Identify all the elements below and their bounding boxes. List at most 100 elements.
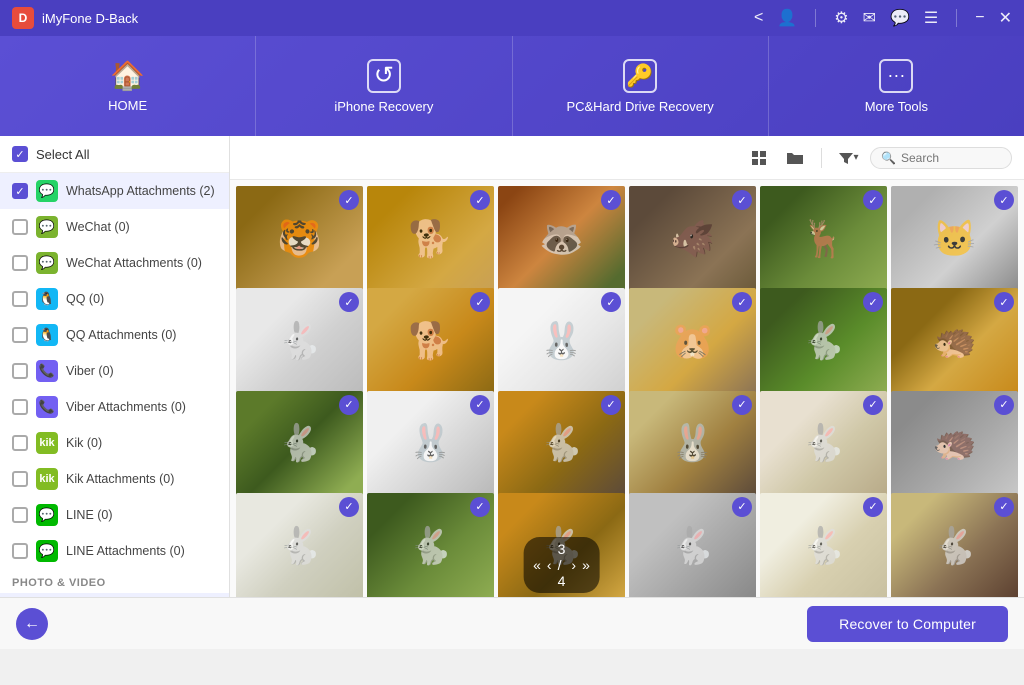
photo-cell[interactable]: 🐇✓	[760, 288, 887, 394]
photo-cell[interactable]: 🐗✓	[629, 186, 756, 292]
folder-view-button[interactable]	[781, 144, 809, 172]
nav-iphone-recovery[interactable]: ↺ iPhone Recovery	[256, 36, 512, 136]
photo-cell[interactable]: 🦝✓	[498, 186, 625, 292]
photo-check-badge[interactable]: ✓	[994, 497, 1014, 517]
photo-check-badge[interactable]: ✓	[994, 190, 1014, 210]
nav-iphone-recovery-label: iPhone Recovery	[334, 99, 433, 114]
sidebar-item-photos[interactable]: ✓ 🖼️ Photos (83)	[0, 593, 229, 597]
kik-att-checkbox[interactable]	[12, 471, 28, 487]
photo-cell[interactable]: 🐇«‹3 / 4›»	[498, 493, 625, 597]
kik-att-label: Kik Attachments (0)	[66, 472, 174, 486]
qq-att-checkbox[interactable]	[12, 327, 28, 343]
photo-cell[interactable]: 🐯✓	[236, 186, 363, 292]
kik-att-icon: kik	[36, 468, 58, 490]
line-checkbox[interactable]	[12, 507, 28, 523]
photo-check-badge[interactable]: ✓	[732, 395, 752, 415]
select-all-checkbox[interactable]: ✓	[12, 146, 28, 162]
viber-icon: 📞	[36, 360, 58, 382]
viber-checkbox[interactable]	[12, 363, 28, 379]
photo-cell[interactable]: 🐇✓	[498, 391, 625, 497]
back-button[interactable]: ←	[16, 608, 48, 640]
photo-cell[interactable]: 🐕✓	[367, 288, 494, 394]
whatsapp-checkbox[interactable]: ✓	[12, 183, 28, 199]
photo-cell[interactable]: 🐇✓	[629, 493, 756, 597]
photo-cell[interactable]: 🐇✓	[760, 493, 887, 597]
prev-button[interactable]: ‹	[547, 557, 552, 573]
sidebar-item-kik[interactable]: kik Kik (0)	[0, 425, 229, 461]
menu-icon[interactable]: ☰	[924, 8, 938, 28]
recover-button[interactable]: Recover to Computer	[807, 606, 1008, 642]
next-page-button[interactable]: »	[582, 557, 590, 573]
close-icon[interactable]: ✕	[999, 8, 1012, 28]
titlebar: D iMyFone D-Back < 👤 ⚙ ✉ 💬 ☰ − ✕	[0, 0, 1024, 36]
photo-cell[interactable]: 🐱✓	[891, 186, 1018, 292]
photo-cell[interactable]: 🐇✓	[236, 493, 363, 597]
search-box[interactable]: 🔍	[870, 147, 1012, 169]
nav-pc-recovery[interactable]: 🔑 PC&Hard Drive Recovery	[513, 36, 769, 136]
photo-check-badge[interactable]: ✓	[732, 497, 752, 517]
photo-check-badge[interactable]: ✓	[339, 190, 359, 210]
viber-att-checkbox[interactable]	[12, 399, 28, 415]
photo-cell[interactable]: 🐕✓	[367, 186, 494, 292]
settings-icon[interactable]: ⚙	[834, 8, 848, 28]
photo-cell[interactable]: 🐇✓	[760, 391, 887, 497]
chat-icon[interactable]: 💬	[890, 8, 910, 28]
photo-cell[interactable]: 🐰✓	[367, 391, 494, 497]
photo-cell[interactable]: 🐹✓	[629, 288, 756, 394]
photo-check-badge[interactable]: ✓	[470, 190, 490, 210]
mail-icon[interactable]: ✉	[863, 8, 876, 28]
photo-cell[interactable]: 🦔✓	[891, 288, 1018, 394]
photo-cell[interactable]: 🐇✓	[367, 493, 494, 597]
photo-check-badge[interactable]: ✓	[863, 497, 883, 517]
sidebar-item-viber-att[interactable]: 📞 Viber Attachments (0)	[0, 389, 229, 425]
photo-cell[interactable]: 🐇✓	[891, 493, 1018, 597]
search-icon: 🔍	[881, 151, 896, 165]
pagination-overlay: «‹3 / 4›»	[523, 537, 600, 593]
wechat-att-checkbox[interactable]	[12, 255, 28, 271]
photo-cell[interactable]: 🐇✓	[236, 288, 363, 394]
photo-cell[interactable]: 🐇✓	[236, 391, 363, 497]
nav-more-tools[interactable]: ··· More Tools	[769, 36, 1024, 136]
search-input[interactable]	[901, 151, 1001, 165]
next-button[interactable]: ›	[571, 557, 576, 573]
photo-check-badge[interactable]: ✓	[863, 395, 883, 415]
sidebar-item-whatsapp[interactable]: ✓ 💬 WhatsApp Attachments (2)	[0, 173, 229, 209]
photo-check-badge[interactable]: ✓	[732, 190, 752, 210]
bottom-bar: ← Recover to Computer	[0, 597, 1024, 649]
photo-check-badge[interactable]: ✓	[339, 395, 359, 415]
photo-check-badge[interactable]: ✓	[994, 395, 1014, 415]
filter-button[interactable]: ▾	[834, 144, 862, 172]
nav-home[interactable]: 🏠 HOME	[0, 36, 256, 136]
pc-recovery-icon: 🔑	[623, 59, 657, 93]
qq-checkbox[interactable]	[12, 291, 28, 307]
photo-check-badge[interactable]: ✓	[470, 497, 490, 517]
photo-check-badge[interactable]: ✓	[601, 190, 621, 210]
sidebar-item-wechat-att[interactable]: 💬 WeChat Attachments (0)	[0, 245, 229, 281]
sidebar-item-line-att[interactable]: 💬 LINE Attachments (0)	[0, 533, 229, 569]
photo-check-badge[interactable]: ✓	[339, 497, 359, 517]
photo-check-badge[interactable]: ✓	[601, 395, 621, 415]
user-icon[interactable]: 👤	[777, 8, 797, 28]
kik-checkbox[interactable]	[12, 435, 28, 451]
share-icon[interactable]: <	[754, 9, 763, 27]
sidebar-item-wechat[interactable]: 💬 WeChat (0)	[0, 209, 229, 245]
sidebar-item-qq-att[interactable]: 🐧 QQ Attachments (0)	[0, 317, 229, 353]
photo-check-badge[interactable]: ✓	[470, 395, 490, 415]
minimize-icon[interactable]: −	[975, 9, 984, 27]
sidebar-item-line[interactable]: 💬 LINE (0)	[0, 497, 229, 533]
photo-cell[interactable]: 🦔✓	[891, 391, 1018, 497]
sidebar-item-kik-att[interactable]: kik Kik Attachments (0)	[0, 461, 229, 497]
sidebar-item-qq[interactable]: 🐧 QQ (0)	[0, 281, 229, 317]
select-all-row[interactable]: ✓ Select All	[0, 136, 229, 173]
line-att-checkbox[interactable]	[12, 543, 28, 559]
grid-view-button[interactable]	[745, 144, 773, 172]
wechat-checkbox[interactable]	[12, 219, 28, 235]
prev-page-button[interactable]: «	[533, 557, 541, 573]
photo-cell[interactable]: 🐰✓	[629, 391, 756, 497]
sidebar-item-viber[interactable]: 📞 Viber (0)	[0, 353, 229, 389]
photo-cell[interactable]: 🦌✓	[760, 186, 887, 292]
app-title: iMyFone D-Back	[42, 11, 754, 26]
photo-cell[interactable]: 🐰✓	[498, 288, 625, 394]
app-logo: D	[12, 7, 34, 29]
photo-check-badge[interactable]: ✓	[863, 190, 883, 210]
